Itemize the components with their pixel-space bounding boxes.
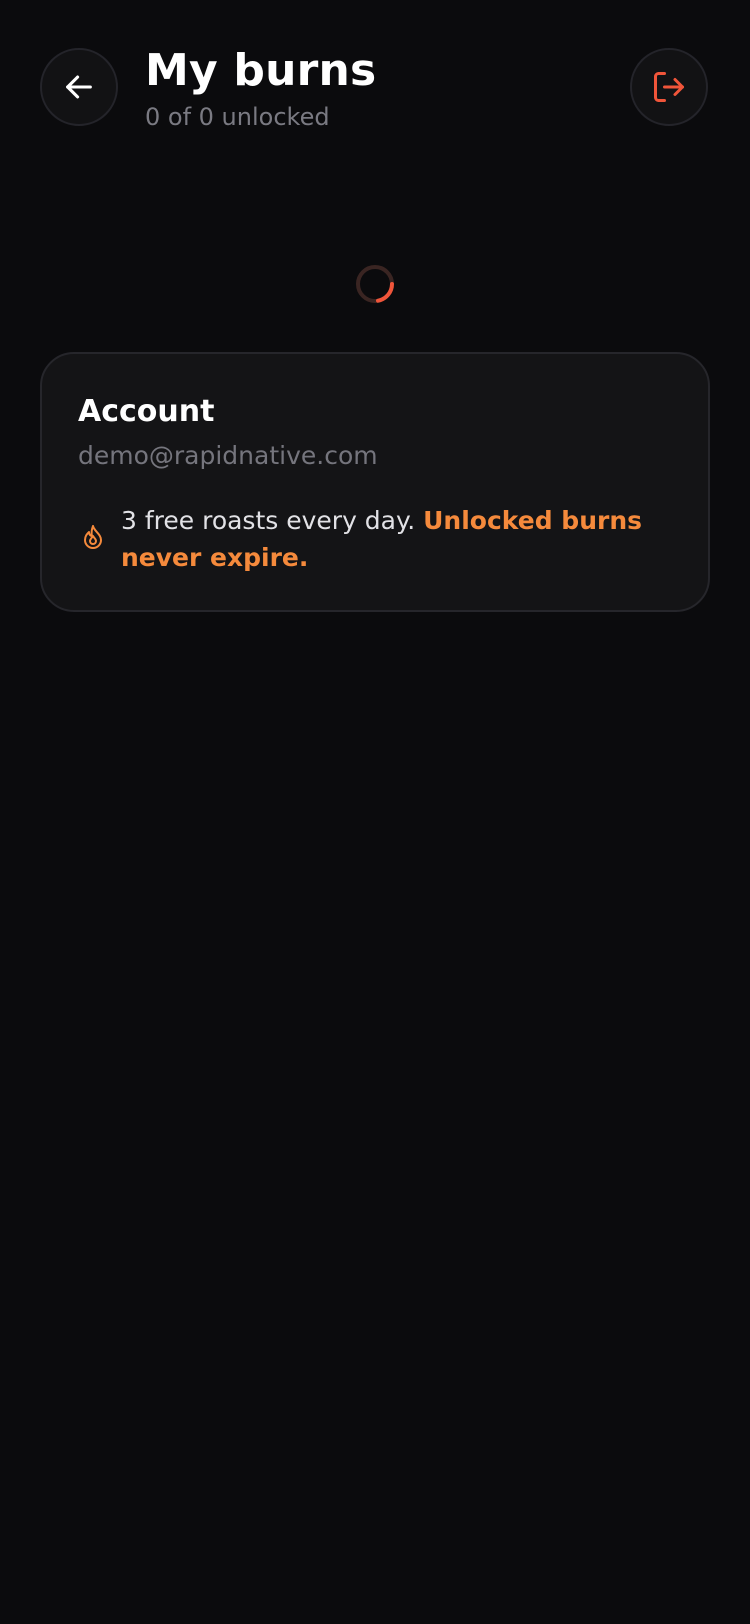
log-out-icon <box>654 72 684 102</box>
arrow-left-icon <box>66 75 92 99</box>
account-heading: Account <box>78 394 215 429</box>
page-title: My burns <box>145 45 377 96</box>
loading-spinner-icon <box>355 264 395 304</box>
flame-icon <box>82 524 104 550</box>
header: My burns 0 of 0 unlocked <box>0 0 750 180</box>
back-button[interactable] <box>40 48 118 126</box>
info-text: 3 free roasts every day. Unlocked burns … <box>121 502 661 576</box>
unlocked-count: 0 of 0 unlocked <box>145 103 330 131</box>
account-email: demo@rapidnative.com <box>78 441 378 470</box>
info-plain-text: 3 free roasts every day. <box>121 506 424 535</box>
title-block: My burns 0 of 0 unlocked <box>145 42 376 134</box>
logout-button[interactable] <box>630 48 708 126</box>
account-card: Account demo@rapidnative.com 3 free roas… <box>40 352 710 612</box>
